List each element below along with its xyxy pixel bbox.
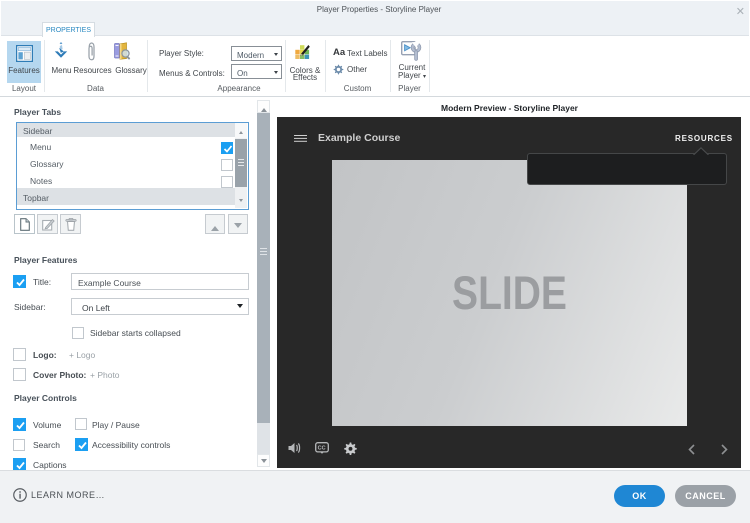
svg-text:CC: CC (318, 446, 326, 452)
